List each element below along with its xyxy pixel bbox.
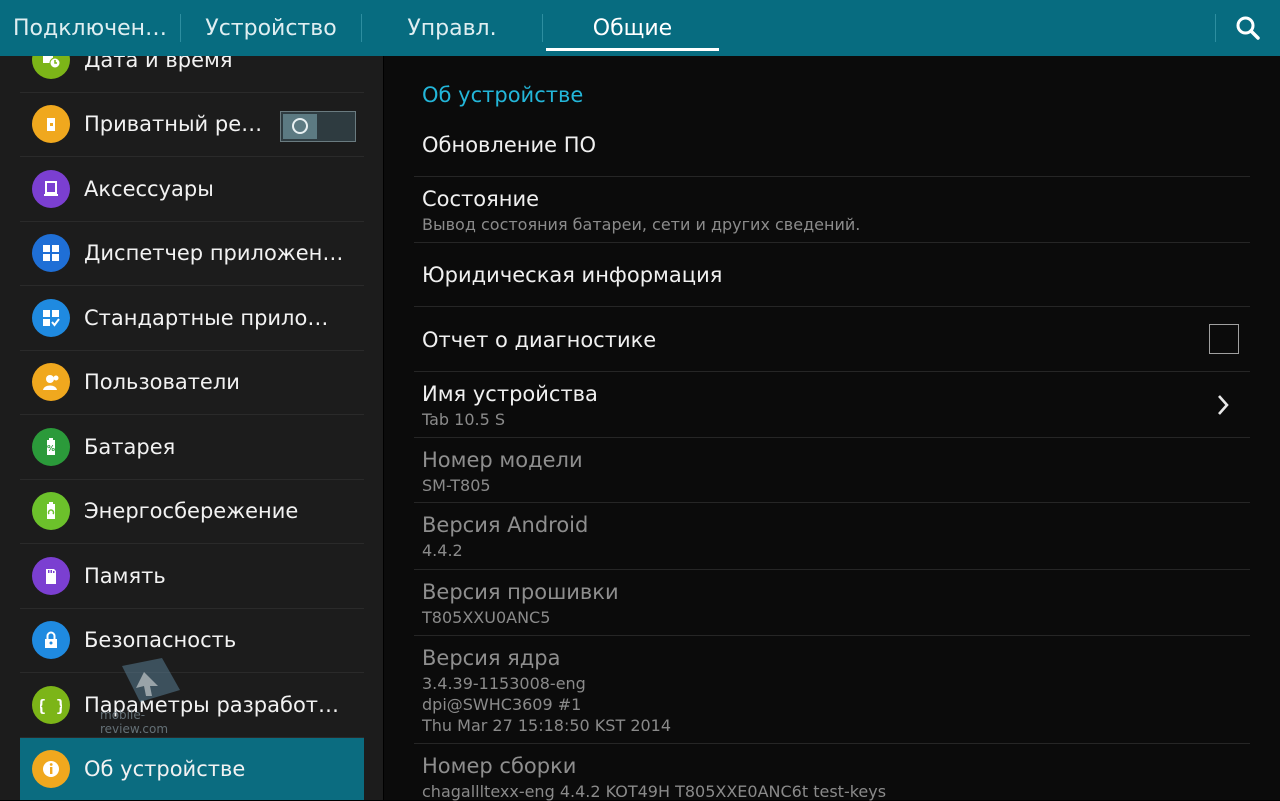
about-device-panel: Об устройстве Обновление ПО Состояние Вы…	[384, 56, 1280, 801]
row-build-number: Номер сборки chagallltexx-eng 4.4.2 KOT4…	[414, 744, 1250, 801]
sidebar-item-label: Пользователи	[84, 370, 240, 395]
private-mode-icon	[32, 105, 70, 144]
sidebar-item-label: Об устройстве	[84, 757, 246, 782]
battery-icon: %	[32, 427, 70, 466]
watermark: mobile-review.com	[100, 654, 210, 736]
sidebar-item[interactable]: Память	[20, 544, 364, 609]
svg-text:{ }: { }	[40, 696, 62, 715]
row-subtitle-line: dpi@SWHC3609 #1	[422, 695, 582, 714]
app-grid-icon	[32, 234, 70, 273]
row-android-version: Версия Android 4.4.2	[414, 503, 1250, 570]
sidebar-item-label: Диспетчер приложений	[84, 241, 346, 266]
row-title: Имя устройства	[422, 382, 598, 406]
tab-connections[interactable]: Подключен…	[0, 0, 180, 56]
tab-device[interactable]: Устройство	[181, 0, 361, 56]
sidebar-item[interactable]: Об устройстве	[20, 737, 364, 800]
row-title: Версия прошивки	[422, 580, 619, 604]
search-button[interactable]	[1226, 6, 1270, 50]
watermark-text: mobile-review.com	[100, 708, 169, 736]
sidebar-item[interactable]: Энергосбережение	[20, 480, 364, 544]
row-title: Версия Android	[422, 513, 589, 537]
row-subtitle: chagallltexx-eng 4.4.2 KOT49H T805XXE0AN…	[422, 782, 887, 801]
private-mode-toggle[interactable]	[280, 110, 356, 142]
tab-controls[interactable]: Управл.	[362, 0, 542, 56]
row-subtitle: T805XXU0ANC5	[422, 608, 551, 627]
row-subtitle-line: 3.4.39-1153008-eng	[422, 674, 586, 693]
tab-divider	[542, 14, 543, 42]
row-legal-info[interactable]: Юридическая информация	[414, 243, 1250, 307]
row-title: Юридическая информация	[422, 263, 723, 287]
top-tab-bar: Подключен… Устройство Управл. Общие	[0, 0, 1280, 56]
sidebar-item-label: Дата и время	[84, 56, 233, 72]
sidebar-item[interactable]: % Батарея	[20, 415, 364, 480]
braces-icon: { }	[32, 685, 70, 724]
default-apps-icon	[32, 298, 70, 337]
settings-sidebar[interactable]: Дата и время Приватный реж… Аксессуары Дисп…	[0, 56, 383, 800]
row-baseband-version: Версия прошивки T805XXU0ANC5	[414, 570, 1250, 636]
row-title: Отчет о диагностике	[422, 328, 657, 352]
storage-icon	[32, 556, 70, 595]
row-subtitle: Вывод состояния батареи, сети и других с…	[422, 215, 861, 234]
row-subtitle: SM-T805	[422, 476, 491, 495]
sidebar-item-label: Аксессуары	[84, 176, 214, 201]
sidebar-item-label: Энергосбережение	[84, 499, 299, 524]
row-subtitle: Tab 10.5 S	[422, 410, 506, 429]
row-kernel-version: Версия ядра 3.4.39-1153008-eng dpi@SWHC3…	[414, 636, 1250, 744]
sidebar-item-label: Стандартные приложен…	[84, 305, 346, 330]
chevron-right-icon	[1218, 395, 1229, 415]
lock-icon	[32, 621, 70, 660]
sidebar-item[interactable]: Дата и время	[20, 56, 364, 93]
toggle-knob	[283, 113, 317, 139]
row-subtitle: 4.4.2	[422, 541, 463, 560]
row-title: Версия ядра	[422, 646, 561, 670]
sidebar-item[interactable]: Диспетчер приложений	[20, 222, 364, 286]
active-tab-indicator	[546, 48, 719, 51]
calendar-clock-icon	[32, 56, 70, 79]
row-title: Номер сборки	[422, 754, 577, 778]
row-subtitle-line: Thu Mar 27 15:18:50 KST 2014	[422, 716, 672, 735]
sidebar-item[interactable]: Аксессуары	[20, 157, 364, 222]
section-title: Об устройстве	[422, 83, 584, 107]
power-saving-icon	[32, 492, 70, 531]
sidebar-item-label: Приватный реж…	[84, 112, 264, 137]
tab-divider	[1215, 14, 1216, 42]
info-icon	[32, 750, 70, 789]
diagnostics-checkbox[interactable]	[1209, 324, 1239, 354]
svg-text:%: %	[47, 444, 55, 453]
sidebar-item-label: Батарея	[84, 434, 176, 459]
row-diagnostics[interactable]: Отчет о диагностике	[414, 307, 1250, 372]
row-software-update[interactable]: Обновление ПО	[414, 122, 1250, 177]
sidebar-item[interactable]: Стандартные приложен…	[20, 286, 364, 351]
sidebar-item-label: Безопасность	[84, 628, 237, 653]
row-device-name[interactable]: Имя устройства Tab 10.5 S	[414, 372, 1250, 438]
sidebar-item[interactable]: Приватный реж…	[20, 93, 364, 157]
row-title: Состояние	[422, 187, 540, 211]
accessory-icon	[32, 169, 70, 208]
row-status[interactable]: Состояние Вывод состояния батареи, сети …	[414, 177, 1250, 243]
search-icon	[1236, 16, 1260, 40]
watermark-logo-icon	[122, 658, 180, 702]
users-icon	[32, 363, 70, 402]
sidebar-item[interactable]: Пользователи	[20, 351, 364, 415]
row-title: Обновление ПО	[422, 133, 597, 157]
sidebar-item-label: Память	[84, 563, 166, 588]
row-model-number: Номер модели SM-T805	[414, 438, 1250, 503]
row-title: Номер модели	[422, 448, 583, 472]
